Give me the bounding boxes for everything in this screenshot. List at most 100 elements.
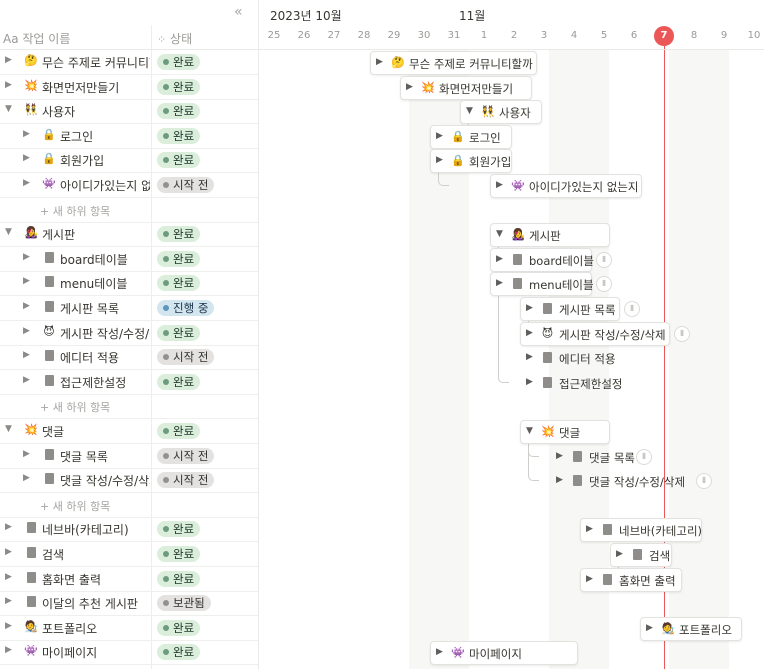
collapse-toggle-icon[interactable]: ▼: [5, 227, 12, 237]
timeline-card[interactable]: ▶ 👾 아이디가있는지 없는지: [490, 174, 642, 198]
task-name[interactable]: 무슨 주제로 커뮤니티할까: [42, 54, 150, 71]
timeline-card[interactable]: ▶ 😈 게시판 작성/수정/삭제: [520, 321, 670, 346]
expand-toggle-icon[interactable]: ▶: [496, 254, 503, 264]
status-badge[interactable]: 진행 중: [157, 300, 215, 316]
table-row[interactable]: ▶ 네브바(카테고리) 완료: [0, 517, 258, 543]
table-row[interactable]: ▶ board테이블 완료: [0, 247, 258, 272]
status-badge[interactable]: 완료: [157, 546, 201, 562]
expand-toggle-icon[interactable]: ▶: [5, 596, 12, 606]
timeline-card[interactable]: ▼ 👩‍🎤 게시판: [490, 223, 610, 248]
expand-toggle-icon[interactable]: ▶: [646, 623, 653, 633]
timeline-card[interactable]: ▶ 💥 화면먼저만들기: [400, 75, 532, 100]
timeline-card[interactable]: ▶ 👾 마이페이지: [430, 641, 578, 666]
expand-toggle-icon[interactable]: ▶: [23, 473, 30, 483]
status-badge[interactable]: 시작 전: [157, 349, 215, 366]
timeline-card[interactable]: ▶ 🧑‍🎨 포트폴리오: [640, 616, 742, 641]
expand-toggle-icon[interactable]: ▶: [436, 155, 443, 165]
expand-toggle-icon[interactable]: ▶: [23, 153, 30, 163]
expand-toggle-icon[interactable]: ▶: [526, 377, 533, 387]
new-subitem-button[interactable]: + 새 하위 항목: [40, 498, 110, 514]
expand-toggle-icon[interactable]: ▶: [23, 449, 30, 459]
task-name[interactable]: 마이페이지: [42, 644, 97, 661]
collapse-toggle-icon[interactable]: ▼: [5, 424, 12, 434]
expand-toggle-icon[interactable]: ▶: [376, 57, 383, 67]
new-subitem-row[interactable]: + 새 하위 항목: [0, 394, 258, 420]
expand-toggle-icon[interactable]: ▶: [23, 375, 30, 385]
timeline-card[interactable]: ▶ 🤔 무슨 주제로 커뮤니티할까: [370, 51, 537, 75]
task-name[interactable]: 화면먼저만들기: [42, 79, 119, 96]
new-subitem-button[interactable]: + 새 하위 항목: [40, 399, 110, 415]
new-subitem-row[interactable]: + 새 하위 항목: [0, 493, 258, 518]
timeline-card[interactable]: ▶ 접근제한설정: [520, 371, 622, 395]
task-name[interactable]: 댓글 작성/수정/삭제: [60, 472, 150, 489]
expand-toggle-icon[interactable]: ▶: [406, 82, 413, 92]
table-row[interactable]: ▶ 게시판 목록 진행 중: [0, 296, 258, 321]
table-row[interactable]: ▶ 🔒 회원가입 완료: [0, 148, 258, 174]
link-icon[interactable]: ⦀: [596, 251, 612, 268]
task-name[interactable]: 댓글 목록: [60, 448, 108, 465]
timeline-card[interactable]: ▶ board테이블: [490, 247, 594, 272]
link-icon[interactable]: ⦀: [624, 301, 640, 317]
expand-toggle-icon[interactable]: ▶: [5, 645, 12, 655]
status-badge[interactable]: 완료: [157, 103, 201, 120]
expand-toggle-icon[interactable]: ▶: [23, 276, 30, 286]
task-name[interactable]: 게시판: [42, 226, 75, 243]
status-badge[interactable]: 완료: [157, 619, 201, 636]
table-row[interactable]: ▶ 👾 마이페이지 완료: [0, 640, 258, 666]
expand-toggle-icon[interactable]: ▶: [23, 301, 30, 311]
table-row[interactable]: ▶ menu테이블 완료: [0, 271, 258, 297]
status-badge[interactable]: 시작 전: [157, 447, 215, 464]
task-name[interactable]: 게시판 목록: [60, 300, 119, 317]
name-column-header[interactable]: Aa 작업 이름: [3, 30, 70, 47]
status-badge[interactable]: 완료: [157, 152, 201, 169]
status-badge[interactable]: 완료: [157, 570, 201, 587]
collapse-toggle-icon[interactable]: ▼: [526, 426, 533, 436]
expand-toggle-icon[interactable]: ▶: [526, 328, 533, 338]
expand-toggle-icon[interactable]: ▶: [5, 522, 12, 532]
status-badge[interactable]: 완료: [157, 644, 201, 661]
table-row[interactable]: ▼ 💥 댓글 완료: [0, 419, 258, 444]
timeline-card[interactable]: ▶ 게시판 목록: [520, 297, 620, 321]
task-name[interactable]: 사용자: [42, 103, 75, 120]
table-row[interactable]: ▶ 😈 게시판 작성/수정/삭제 완료: [0, 321, 258, 346]
task-name[interactable]: 접근제한설정: [60, 374, 126, 391]
table-row[interactable]: ▶ 검색 완료: [0, 542, 258, 567]
timeline-card[interactable]: ▶ 댓글 목록: [550, 445, 635, 469]
task-name[interactable]: 이달의 추천 게시판: [42, 595, 138, 612]
expand-toggle-icon[interactable]: ▶: [526, 352, 533, 362]
expand-toggle-icon[interactable]: ▶: [5, 547, 12, 557]
table-row[interactable]: ▶ 접근제한설정 완료: [0, 370, 258, 395]
task-name[interactable]: 검색: [42, 546, 64, 563]
expand-toggle-icon[interactable]: ▶: [5, 80, 12, 90]
timeline-card[interactable]: ▶ 네브바(카테고리): [580, 518, 702, 543]
expand-toggle-icon[interactable]: ▶: [5, 621, 12, 631]
status-badge[interactable]: 시작 전: [157, 177, 215, 193]
expand-toggle-icon[interactable]: ▶: [556, 451, 563, 461]
table-row[interactable]: ▼ 👩‍🎤 게시판 완료: [0, 222, 258, 248]
collapse-toggle-icon[interactable]: ▼: [5, 104, 12, 114]
status-badge[interactable]: 완료: [157, 521, 201, 538]
table-row[interactable]: ▶ 💥 화면먼저만들기 완료: [0, 75, 258, 100]
expand-toggle-icon[interactable]: ▶: [5, 55, 12, 65]
task-name[interactable]: 홈화면 출력: [42, 571, 101, 588]
expand-toggle-icon[interactable]: ▶: [23, 252, 30, 262]
task-name[interactable]: 네브바(카테고리): [42, 521, 129, 538]
status-badge[interactable]: 완료: [157, 78, 201, 95]
task-name[interactable]: board테이블: [60, 251, 128, 268]
status-badge[interactable]: 완료: [157, 54, 201, 70]
task-name[interactable]: 댓글: [42, 423, 64, 440]
table-row[interactable]: ▶ 홈화면 출력 완료: [0, 567, 258, 592]
new-subitem-row[interactable]: + 새 하위 항목: [0, 198, 258, 223]
link-icon[interactable]: ⦀: [596, 276, 612, 293]
expand-toggle-icon[interactable]: ▶: [616, 549, 623, 559]
expand-toggle-icon[interactable]: ▶: [23, 178, 30, 188]
status-badge[interactable]: 완료: [157, 275, 201, 292]
timeline-card[interactable]: ▶ 에디터 적용: [520, 346, 622, 370]
table-row[interactable]: ▶ 댓글 작성/수정/삭제 시작 전: [0, 468, 258, 494]
expand-toggle-icon[interactable]: ▶: [496, 180, 503, 190]
status-badge[interactable]: 시작 전: [157, 472, 215, 489]
link-icon[interactable]: ⦀: [636, 448, 652, 465]
expand-toggle-icon[interactable]: ▶: [586, 524, 593, 534]
new-subitem-button[interactable]: + 새 하위 항목: [40, 203, 110, 219]
table-row[interactable]: ▶ 🤔 무슨 주제로 커뮤니티할까 완료: [0, 50, 258, 75]
